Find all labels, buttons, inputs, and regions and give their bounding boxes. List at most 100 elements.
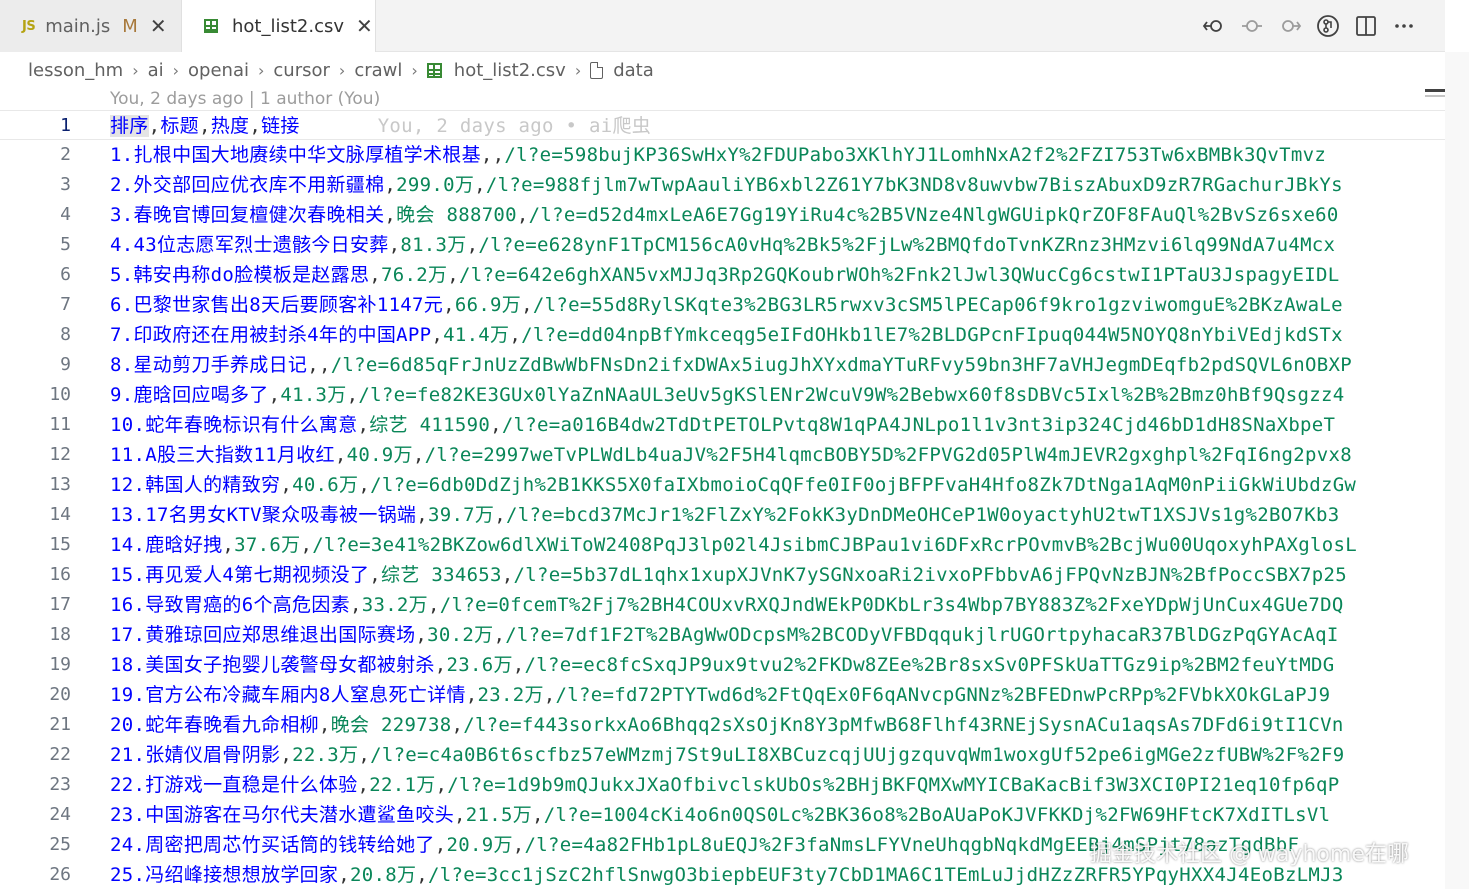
previous-change-icon[interactable] xyxy=(1237,11,1267,41)
code-line[interactable]: 21 20.蛇年春晚看九命相柳,晚会 229738,/l?e=f443sorkxA… xyxy=(0,710,1445,740)
breadcrumb-item[interactable]: crawl xyxy=(354,60,402,81)
title-field: 张婧仪眉骨阴影 xyxy=(145,744,281,766)
title-field: 巴黎世家售出8天后要顾客补1147元 xyxy=(133,294,444,316)
link-field: /l?e=7df1F2T%2BAgWwODcpsM%2BCODyVFBDqquk… xyxy=(505,624,1339,646)
next-change-icon[interactable] xyxy=(1275,11,1305,41)
line-number: 24 xyxy=(49,804,71,825)
code-line[interactable]: 7 6.巴黎世家售出8天后要顾客补1147元,66.9万,/l?e=55d8Ryl… xyxy=(0,290,1445,320)
link-field: /l?e=6d85qFrJnUzZdBwWbFNsDn2ifxDWAx5iugJ… xyxy=(330,354,1352,376)
file-icon xyxy=(590,61,604,79)
csv-row: 2.外交部回应优衣库不用新疆棉,299.0万,/l?e=988fjlm7wTwp… xyxy=(110,174,1343,196)
rank-field: 13. xyxy=(110,504,146,526)
rank-field: 8. xyxy=(110,354,134,376)
chevron-right-icon: › xyxy=(132,60,139,80)
header-field: 标题 xyxy=(160,115,199,137)
rank-field: 23. xyxy=(110,804,146,826)
csv-icon xyxy=(204,19,218,33)
rank-field: 21. xyxy=(110,744,146,766)
heat-field: 299.0万 xyxy=(396,174,475,196)
link-field: /l?e=55d8RylSKqte3%2BG3LR5rwxv3cSM5lPECa… xyxy=(532,294,1343,316)
line-number: 15 xyxy=(49,534,71,555)
code-line[interactable]: 17 16.导致胃癌的6个高危因素,33.2万,/l?e=0fcemT%2Fj7%… xyxy=(0,590,1445,620)
csv-row: 7.印政府还在用被封杀4年的中国APP,41.4万,/l?e=dd04npBfY… xyxy=(110,324,1343,346)
link-field: /l?e=6db0DdZjh%2B1KKS5X0faIXbmoioCqQFfe0… xyxy=(370,474,1357,496)
code-line[interactable]: 14 13.17名男女KTV聚众吸毒被一锅端,39.7万,/l?e=bcd37Mc… xyxy=(0,500,1445,530)
code-line[interactable]: 9 8.星动剪刀手养成日记,,/l?e=6d85qFrJnUzZdBwWbFNsD… xyxy=(0,350,1445,380)
breadcrumb-item[interactable]: ai xyxy=(148,60,164,81)
rank-field: 11. xyxy=(110,444,146,466)
code-line[interactable]: 12 11.A股三大指数11月收红,40.9万,/l?e=2997weTvPLWd… xyxy=(0,440,1445,470)
breadcrumb-item[interactable]: data xyxy=(613,60,654,81)
code-line[interactable]: 6 5.韩安冉称do脸模板是赵露思,76.2万,/l?e=642e6ghXAN5v… xyxy=(0,260,1445,290)
heat-field: 21.5万 xyxy=(465,804,533,826)
code-line[interactable]: 24 23.中国游客在马尔代夫潜水遭鲨鱼咬头,21.5万,/l?e=1004cKi… xyxy=(0,800,1445,830)
open-changes-icon[interactable] xyxy=(1313,11,1343,41)
blame-codelens[interactable]: You, 2 days ago | 1 author (You) xyxy=(110,89,380,109)
title-field: 蛇年春晚看九命相柳 xyxy=(145,714,319,736)
close-icon[interactable]: ✕ xyxy=(356,14,373,38)
csv-row: 14.鹿晗好拽,37.6万,/l?e=3e41%2BKZow6dlXWiToW2… xyxy=(110,534,1357,556)
rank-field: 25. xyxy=(110,864,146,886)
link-field: /l?e=0fcemT%2Fj7%2BH4COUxvRXQJndWEkP0DKb… xyxy=(439,594,1344,616)
code-line[interactable]: 11 10.蛇年春晚标识有什么寓意,综艺 411590,/l?e=a016B4dw… xyxy=(0,410,1445,440)
tab-label: hot_list2.csv xyxy=(232,15,345,37)
title-field: 周密把周芯竹买话筒的钱转给她了 xyxy=(145,834,435,856)
heat-field: 81.3万 xyxy=(400,234,467,256)
code-line[interactable]: 10 9.鹿晗回应喝多了,41.3万,/l?e=fe82KE3GUx0lYaZnN… xyxy=(0,380,1445,410)
breadcrumb-item[interactable]: lesson_hm xyxy=(28,60,123,81)
header-field: 链接 xyxy=(261,115,300,137)
code-line[interactable]: 2 1.扎根中国大地赓续中华文脉厚植学术根基,,/l?e=598bujKP36Sw… xyxy=(0,140,1445,170)
breadcrumb-item[interactable]: cursor xyxy=(273,60,330,81)
code-line[interactable]: 8 7.印政府还在用被封杀4年的中国APP,41.4万,/l?e=dd04npBf… xyxy=(0,320,1445,350)
csv-row: 18.美国女子抱婴儿袭警母女都被射杀,23.6万,/l?e=ec8fcSxqJP… xyxy=(110,654,1335,676)
line-number: 18 xyxy=(49,624,71,645)
code-line[interactable]: 22 21.张婧仪眉骨阴影,22.3万,/l?e=c4a0B6t6scfbz57e… xyxy=(0,740,1445,770)
link-field: /l?e=fe82KE3GUx0lYaZnNAaUL3eUv5gKSlENr2W… xyxy=(358,384,1345,406)
close-icon[interactable]: ✕ xyxy=(150,14,167,38)
overview-ruler-cursor xyxy=(1425,89,1445,92)
link-field: /l?e=dd04npBfYmkceqg5eIFdOHkb1lE7%2BLDGP… xyxy=(521,324,1343,346)
csv-row: 3.春晚官博回复檀健次春晚相关,晚会 888700,/l?e=d52d4mxLe… xyxy=(110,204,1339,226)
toggle-changes-icon[interactable] xyxy=(1199,11,1229,41)
vertical-scrollbar[interactable] xyxy=(1445,52,1469,889)
code-line[interactable]: 18 17.黄雅琼回应郑思维退出国际赛场,30.2万,/l?e=7df1F2T%2… xyxy=(0,620,1445,650)
rank-field: 24. xyxy=(110,834,146,856)
line-number: 14 xyxy=(49,504,71,525)
code-line[interactable]: 19 18.美国女子抱婴儿袭警母女都被射杀,23.6万,/l?e=ec8fcSxq… xyxy=(0,650,1445,680)
code-editor[interactable]: 1 排序,标题,热度,链接 You, 2 days ago • ai爬虫 2 1.扎… xyxy=(0,110,1445,889)
link-field: /l?e=c4a0B6t6scfbz57eWMzmj7St9uLI8XBCuzc… xyxy=(370,744,1345,766)
heat-field: 20.8万 xyxy=(349,864,417,886)
code-line[interactable]: 16 15.再见爱人4第七期视频没了,综艺 334653,/l?e=5b37dL1… xyxy=(0,560,1445,590)
title-field: 打游戏一直稳是什么体验 xyxy=(145,774,358,796)
code-line[interactable]: 1 排序,标题,热度,链接 You, 2 days ago • ai爬虫 xyxy=(0,110,1445,140)
heat-field: 综艺 334653 xyxy=(381,564,502,586)
code-line[interactable]: 15 14.鹿晗好拽,37.6万,/l?e=3e41%2BKZow6dlXWiTo… xyxy=(0,530,1445,560)
split-editor-icon[interactable] xyxy=(1351,11,1381,41)
code-line[interactable]: 5 4.43位志愿军烈士遗骸今日安葬,81.3万,/l?e=e628ynF1TpC… xyxy=(0,230,1445,260)
tab-hot-list2-csv[interactable]: hot_list2.csv ✕ xyxy=(182,0,376,52)
js-file-icon: JS xyxy=(22,18,36,34)
line-number: 20 xyxy=(49,684,71,705)
link-field: /l?e=2997weTvPLWdLb4uaJV%2F5H4lqmcBOBY5D… xyxy=(424,444,1352,466)
title-field: A股三大指数11月收红 xyxy=(145,444,335,466)
title-field: 鹿晗回应喝多了 xyxy=(133,384,269,406)
rank-field: 3. xyxy=(110,204,134,226)
link-field: /l?e=1004cKi4o6n0QS0Lc%2BK36o8%2BoAUaPoK… xyxy=(543,804,1331,826)
code-line[interactable]: 3 2.外交部回应优衣库不用新疆棉,299.0万,/l?e=988fjlm7wTw… xyxy=(0,170,1445,200)
code-line[interactable]: 4 3.春晚官博回复檀健次春晚相关,晚会 888700,/l?e=d52d4mxL… xyxy=(0,200,1445,230)
code-line[interactable]: 23 22.打游戏一直稳是什么体验,22.1万,/l?e=1d9b9mQJukxJ… xyxy=(0,770,1445,800)
chevron-right-icon: › xyxy=(172,60,180,80)
heat-field: 40.9万 xyxy=(346,444,413,466)
rank-field: 22. xyxy=(110,774,146,796)
code-line[interactable]: 13 12.韩国人的精致穷,40.6万,/l?e=6db0DdZjh%2B1KKS… xyxy=(0,470,1445,500)
breadcrumb-item[interactable]: openai xyxy=(188,60,249,81)
csv-row: 19.官方公布冷藏车厢内8人窒息死亡详情,23.2万,/l?e=fd72PTYT… xyxy=(110,684,1331,706)
breadcrumb-item[interactable]: hot_list2.csv xyxy=(454,60,566,81)
tab-main-js[interactable]: JS main.js M ✕ xyxy=(0,0,182,52)
link-field: /l?e=bcd37McJr1%2FlZxY%2FokK3yDnDMeOHCeP… xyxy=(505,504,1340,526)
code-line[interactable]: 20 19.官方公布冷藏车厢内8人窒息死亡详情,23.2万,/l?e=fd72PT… xyxy=(0,680,1445,710)
csv-row: 8.星动剪刀手养成日记,,/l?e=6d85qFrJnUzZdBwWbFNsDn… xyxy=(110,354,1352,376)
line-number: 7 xyxy=(60,294,71,315)
more-actions-icon[interactable] xyxy=(1389,11,1419,41)
csv-row: 11.A股三大指数11月收红,40.9万,/l?e=2997weTvPLWdLb… xyxy=(110,444,1352,466)
